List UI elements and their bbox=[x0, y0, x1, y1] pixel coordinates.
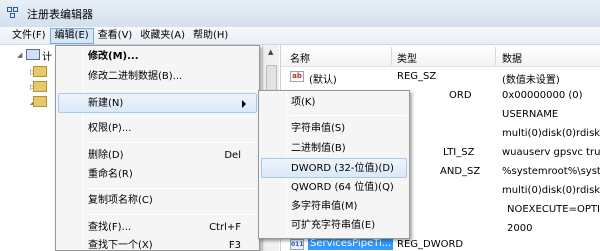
menu-item-modify-binary[interactable]: 修改二进制数据(B)... bbox=[58, 67, 257, 87]
value-name: (默认) bbox=[309, 75, 337, 86]
list-header: 名称 类型 数据 bbox=[281, 45, 600, 67]
menu-help[interactable]: 帮助(H) bbox=[189, 28, 232, 44]
registry-editor-icon bbox=[7, 7, 21, 20]
submenu-item-expandable-string-value[interactable]: 可扩充字符串值(E) bbox=[261, 216, 407, 236]
tree-root-label[interactable]: 计 bbox=[42, 48, 52, 63]
value-type: REG_DWORD bbox=[397, 239, 464, 250]
column-divider[interactable] bbox=[391, 47, 392, 65]
column-type-header[interactable]: 类型 bbox=[397, 50, 417, 65]
menu-item-modify[interactable]: 修改(M)... bbox=[58, 47, 257, 67]
submenu-arrow-icon bbox=[242, 100, 246, 108]
value-data: NOEXECUTE=OPTI bbox=[507, 204, 600, 215]
menu-item-find[interactable]: 查找(F)... Ctrl+F bbox=[58, 218, 257, 238]
value-type: LTI_SZ bbox=[443, 147, 475, 158]
value-data: wuauserv gpsvc tru bbox=[502, 147, 600, 158]
submenu-item-qword-value[interactable]: QWORD (64 位值)(Q) bbox=[261, 178, 407, 198]
column-divider[interactable] bbox=[495, 47, 496, 65]
column-name-header[interactable]: 名称 bbox=[290, 50, 310, 65]
list-item[interactable]: ab (默认) REG_SZ (数值未设置) bbox=[281, 68, 600, 87]
menu-item-new[interactable]: 新建(N) bbox=[58, 93, 257, 113]
column-data-header[interactable]: 数据 bbox=[502, 50, 522, 65]
value-type: REG_SZ bbox=[397, 71, 437, 82]
value-data: 2000 bbox=[507, 223, 533, 234]
shortcut-label: F3 bbox=[228, 240, 241, 251]
expand-arrow-icon[interactable]: ◢ bbox=[17, 51, 22, 59]
submenu-item-multi-string-value[interactable]: 多字符串值(M) bbox=[261, 197, 407, 217]
value-data: (数值未设置) bbox=[502, 75, 560, 86]
menu-item-copy-key-name[interactable]: 复制项名称(C) bbox=[58, 191, 257, 211]
value-data: USERNAME bbox=[502, 109, 559, 120]
value-type: AND_SZ bbox=[440, 166, 481, 177]
dword-value-icon: 011 bbox=[290, 239, 304, 250]
menu-view[interactable]: 查看(V) bbox=[94, 28, 137, 44]
scroll-up-icon[interactable]: ▲ bbox=[268, 48, 273, 56]
value-data: multi(0)disk(0)rdisk bbox=[502, 185, 600, 196]
menu-item-delete[interactable]: 删除(D) Del bbox=[58, 146, 257, 166]
value-data: multi(0)disk(0)rdisk bbox=[502, 128, 600, 139]
value-data: 0x00000000 (0) bbox=[502, 90, 583, 101]
submenu-item-binary-value[interactable]: 二进制值(B) bbox=[261, 139, 407, 159]
menu-edit[interactable]: 编辑(E) bbox=[49, 27, 94, 44]
menu-item-permissions[interactable]: 权限(P)... bbox=[58, 119, 257, 139]
string-value-icon: ab bbox=[290, 71, 304, 82]
menu-favorites[interactable]: 收藏夹(A) bbox=[136, 28, 189, 44]
window-title: 注册表编辑器 bbox=[27, 7, 93, 21]
menu-file[interactable]: 文件(F) bbox=[8, 28, 50, 44]
menu-item-find-next[interactable]: 查找下一个(X) F3 bbox=[58, 236, 257, 251]
shortcut-label: Ctrl+F bbox=[209, 222, 241, 233]
menu-item-rename[interactable]: 重命名(R) bbox=[58, 165, 257, 185]
folder-icon[interactable] bbox=[33, 96, 47, 107]
folder-icon[interactable] bbox=[33, 66, 47, 77]
title-bar: 注册表编辑器 bbox=[0, 0, 600, 27]
edit-menu-popup: 修改(M)... 修改二进制数据(B)... 新建(N) 权限(P)... 删除… bbox=[55, 45, 260, 251]
submenu-item-key[interactable]: 项(K) bbox=[261, 93, 407, 113]
computer-icon bbox=[26, 49, 40, 60]
submenu-item-string-value[interactable]: 字符串值(S) bbox=[261, 119, 407, 139]
submenu-item-dword-value[interactable]: DWORD (32-位值)(D) bbox=[261, 158, 407, 178]
value-data: %systemroot%\syst bbox=[502, 166, 600, 177]
new-submenu-popup: 项(K) 字符串值(S) 二进制值(B) DWORD (32-位值)(D) QW… bbox=[258, 90, 410, 239]
value-type: ORD bbox=[449, 90, 472, 101]
shortcut-label: Del bbox=[224, 150, 241, 161]
menu-bar: 文件(F) 编辑(E) 查看(V) 收藏夹(A) 帮助(H) bbox=[0, 27, 600, 45]
folder-icon[interactable] bbox=[33, 81, 47, 92]
